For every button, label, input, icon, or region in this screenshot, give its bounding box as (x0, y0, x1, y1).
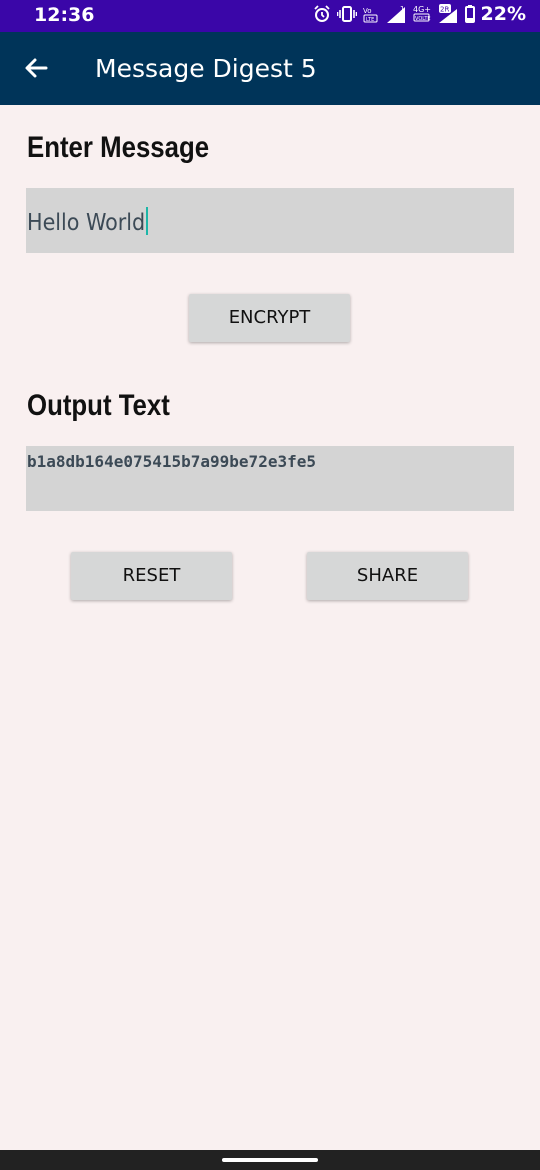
svg-text:4G+: 4G+ (413, 5, 431, 14)
signal-icon-2: 2R (438, 4, 457, 23)
status-icons: Vo LTE 1 4G+ VOLTE 2R 22% (313, 3, 526, 25)
battery-icon (464, 5, 475, 23)
navigation-bar (0, 1150, 540, 1170)
message-input[interactable]: Hello World (26, 188, 514, 253)
home-gesture-handle[interactable] (222, 1158, 318, 1162)
volte-icon: Vo LTE (363, 7, 378, 23)
status-time: 12:36 (34, 4, 95, 26)
svg-text:2R: 2R (440, 6, 449, 14)
alarm-icon (313, 5, 330, 22)
message-input-value: Hello World (27, 207, 149, 236)
text-caret (146, 207, 149, 235)
status-bar: 12:36 Vo LTE 1 4G+ VOLTE 2R 22% (0, 0, 540, 32)
battery-percent: 22% (480, 3, 526, 25)
reset-button[interactable]: RESET (71, 552, 232, 600)
enter-message-heading: Enter Message (27, 131, 210, 164)
encrypt-button[interactable]: ENCRYPT (189, 294, 350, 342)
share-button[interactable]: SHARE (307, 552, 468, 600)
output-text-heading: Output Text (27, 389, 170, 422)
4g-icon: 4G+ VOLTE (413, 5, 431, 22)
svg-text:Vo: Vo (363, 7, 372, 15)
svg-text:LTE: LTE (366, 17, 374, 23)
output-field[interactable]: b1a8db164e075415b7a99be72e3fe5 (26, 446, 514, 511)
app-title: Message Digest 5 (95, 54, 317, 83)
svg-text:VOLTE: VOLTE (415, 16, 431, 22)
back-button[interactable] (22, 54, 52, 84)
app-bar: Message Digest 5 (0, 32, 540, 105)
arrow-back-icon (25, 58, 48, 78)
output-value: b1a8db164e075415b7a99be72e3fe5 (27, 452, 316, 471)
vibrate-icon (336, 6, 357, 22)
signal-icon: 1 (386, 5, 405, 23)
